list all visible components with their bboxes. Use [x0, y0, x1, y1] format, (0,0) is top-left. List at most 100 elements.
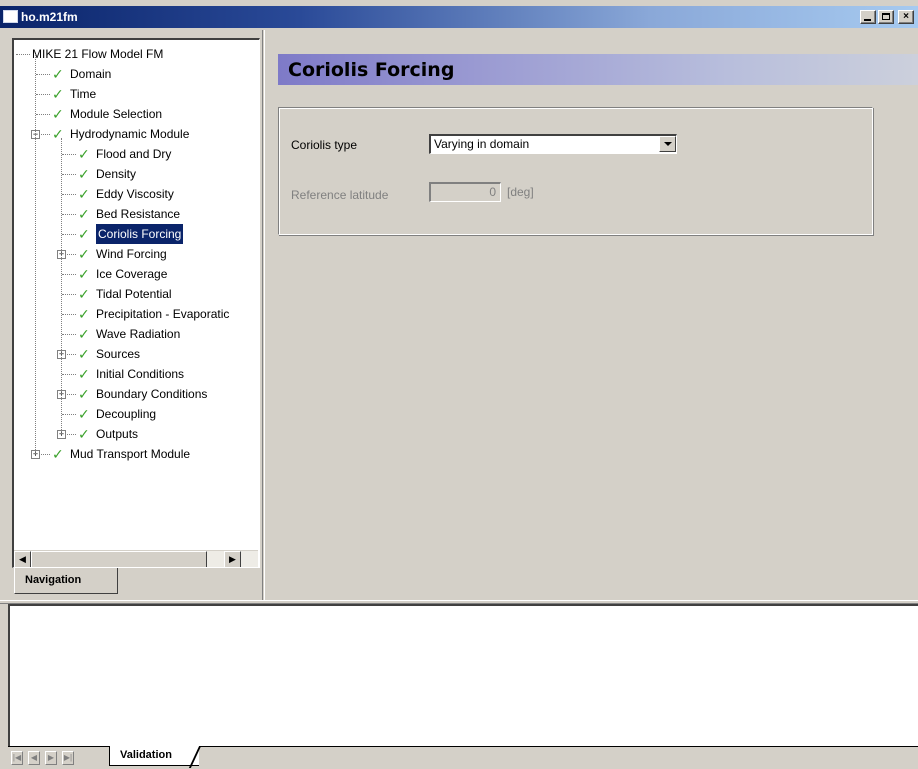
scroll-thumb[interactable] [31, 551, 207, 567]
check-icon: ✓ [78, 166, 90, 182]
tree-item-label[interactable]: Density [96, 164, 136, 184]
bottom-tab-bar: |◀ ◀ ▶ ▶| Validation [8, 746, 918, 769]
check-icon: ✓ [78, 326, 90, 342]
tree-connector [62, 154, 76, 155]
check-icon: ✓ [78, 286, 90, 302]
tree-item[interactable]: + ✓ Wind Forcing [14, 244, 258, 264]
tree-root-line [35, 54, 36, 454]
tree-item[interactable]: ✓ Eddy Viscosity [14, 184, 258, 204]
tree-item-label[interactable]: Wave Radiation [96, 324, 180, 344]
first-tab-icon[interactable]: |◀ [11, 751, 23, 765]
coriolis-group-box [278, 107, 873, 235]
tree-connector [36, 94, 50, 95]
tree-item[interactable]: MIKE 21 Flow Model FM [14, 44, 258, 64]
minimize-button[interactable] [860, 10, 876, 24]
check-icon: ✓ [78, 386, 90, 402]
check-icon: ✓ [52, 126, 64, 142]
tree-item[interactable]: ✓ Bed Resistance [14, 204, 258, 224]
reference-latitude-unit: [deg] [507, 185, 534, 199]
check-icon: ✓ [78, 406, 90, 422]
last-tab-icon[interactable]: ▶| [62, 751, 74, 765]
tree-item-label[interactable]: Eddy Viscosity [96, 184, 174, 204]
tree-item[interactable]: ✓ Initial Conditions [14, 364, 258, 384]
window-title: ho.m21fm [21, 10, 78, 24]
tree-connector [36, 114, 50, 115]
tree-item-label[interactable]: Module Selection [70, 104, 162, 124]
tree-item[interactable]: ✓ Ice Coverage [14, 264, 258, 284]
tree-item-label[interactable]: MIKE 21 Flow Model FM [32, 44, 163, 64]
tree-item-label[interactable]: Bed Resistance [96, 204, 180, 224]
vertical-splitter[interactable] [262, 30, 265, 600]
scroll-left-button[interactable]: ◀ [14, 551, 31, 567]
tree-item-label[interactable]: Boundary Conditions [96, 384, 207, 404]
tree-item[interactable]: − ✓ Hydrodynamic Module [14, 124, 258, 144]
horizontal-scrollbar[interactable]: ◀ ▶ [14, 550, 258, 567]
tree-item-label[interactable]: Domain [70, 64, 111, 84]
tree-item[interactable]: ✓ Module Selection [14, 104, 258, 124]
tree-item[interactable]: ✓ Coriolis Forcing [14, 223, 258, 245]
tree-item-label[interactable]: Wind Forcing [96, 244, 167, 264]
tree-connector [62, 374, 76, 375]
tree-item[interactable]: ✓ Wave Radiation [14, 324, 258, 344]
check-icon: ✓ [78, 206, 90, 222]
tab-validation[interactable]: Validation [109, 746, 199, 766]
maximize-icon [882, 13, 890, 20]
tree-connector [62, 214, 76, 215]
title-bar[interactable]: ho.m21fm × [0, 6, 918, 28]
tree-item-label[interactable]: Precipitation - Evaporatic [96, 304, 229, 324]
check-icon: ✓ [78, 366, 90, 382]
tree-item-label[interactable]: Initial Conditions [96, 364, 184, 384]
check-icon: ✓ [52, 106, 64, 122]
tree-branch-line [61, 138, 62, 434]
tree-item[interactable]: ✓ Flood and Dry [14, 144, 258, 164]
reference-latitude-label: Reference latitude [291, 188, 389, 202]
main-window: ho.m21fm × MIKE 21 Flow Model FM ✓ Domain ✓… [0, 0, 918, 769]
check-icon: ✓ [78, 186, 90, 202]
tree-item-label[interactable]: Sources [96, 344, 140, 364]
tree-item[interactable]: ✓ Domain [14, 64, 258, 84]
tree-item-label[interactable]: Coriolis Forcing [94, 223, 185, 245]
check-icon: ✓ [78, 306, 90, 322]
navigation-tree: MIKE 21 Flow Model FM ✓ Domain ✓ Time ✓ Module… [14, 40, 258, 548]
tree-connector [62, 334, 76, 335]
next-tab-icon[interactable]: ▶ [45, 751, 57, 765]
previous-tab-icon[interactable]: ◀ [28, 751, 40, 765]
coriolis-type-select[interactable]: Varying in domain [429, 134, 677, 154]
section-header: Coriolis Forcing [278, 54, 918, 85]
navigation-panel: MIKE 21 Flow Model FM ✓ Domain ✓ Time ✓ Module… [12, 38, 260, 568]
tree-item[interactable]: ✓ Density [14, 164, 258, 184]
tree-item-label[interactable]: Ice Coverage [96, 264, 167, 284]
tree-item-label[interactable]: Tidal Potential [96, 284, 172, 304]
close-button[interactable]: × [898, 10, 914, 24]
reference-latitude-input[interactable]: 0 [429, 182, 501, 202]
check-icon: ✓ [78, 146, 90, 162]
tree-item[interactable]: ✓ Tidal Potential [14, 284, 258, 304]
validation-output-pane [8, 604, 918, 746]
coriolis-type-label: Coriolis type [291, 138, 358, 152]
tree-item[interactable]: ✓ Precipitation - Evaporatic [14, 304, 258, 324]
tab-navigation[interactable]: Navigation [14, 568, 118, 594]
tree-connector [62, 414, 76, 415]
tree-item[interactable]: + ✓ Mud Transport Module [14, 444, 258, 464]
tree-item-label[interactable]: Mud Transport Module [70, 444, 190, 464]
tree-item-label[interactable]: Outputs [96, 424, 138, 444]
check-icon: ✓ [78, 426, 90, 442]
tree-item-label[interactable]: Hydrodynamic Module [70, 124, 189, 144]
tree-item-label[interactable]: Flood and Dry [96, 144, 171, 164]
check-icon: ✓ [52, 446, 64, 462]
tree-item[interactable]: ✓ Time [14, 84, 258, 104]
chevron-down-icon[interactable] [659, 136, 676, 152]
check-icon: ✓ [78, 226, 90, 242]
tree-connector [62, 274, 76, 275]
check-icon: ✓ [52, 66, 64, 82]
tree-item[interactable]: + ✓ Outputs [14, 424, 258, 444]
page-title: Coriolis Forcing [288, 59, 455, 81]
maximize-button[interactable] [878, 10, 894, 24]
tree-item[interactable]: ✓ Decoupling [14, 404, 258, 424]
tree-item-label[interactable]: Time [70, 84, 96, 104]
tree-item[interactable]: + ✓ Sources [14, 344, 258, 364]
tree-item-label[interactable]: Decoupling [96, 404, 156, 424]
tree-item[interactable]: + ✓ Boundary Conditions [14, 384, 258, 404]
scroll-right-button[interactable]: ▶ [224, 551, 241, 567]
tree-connector [62, 234, 76, 235]
